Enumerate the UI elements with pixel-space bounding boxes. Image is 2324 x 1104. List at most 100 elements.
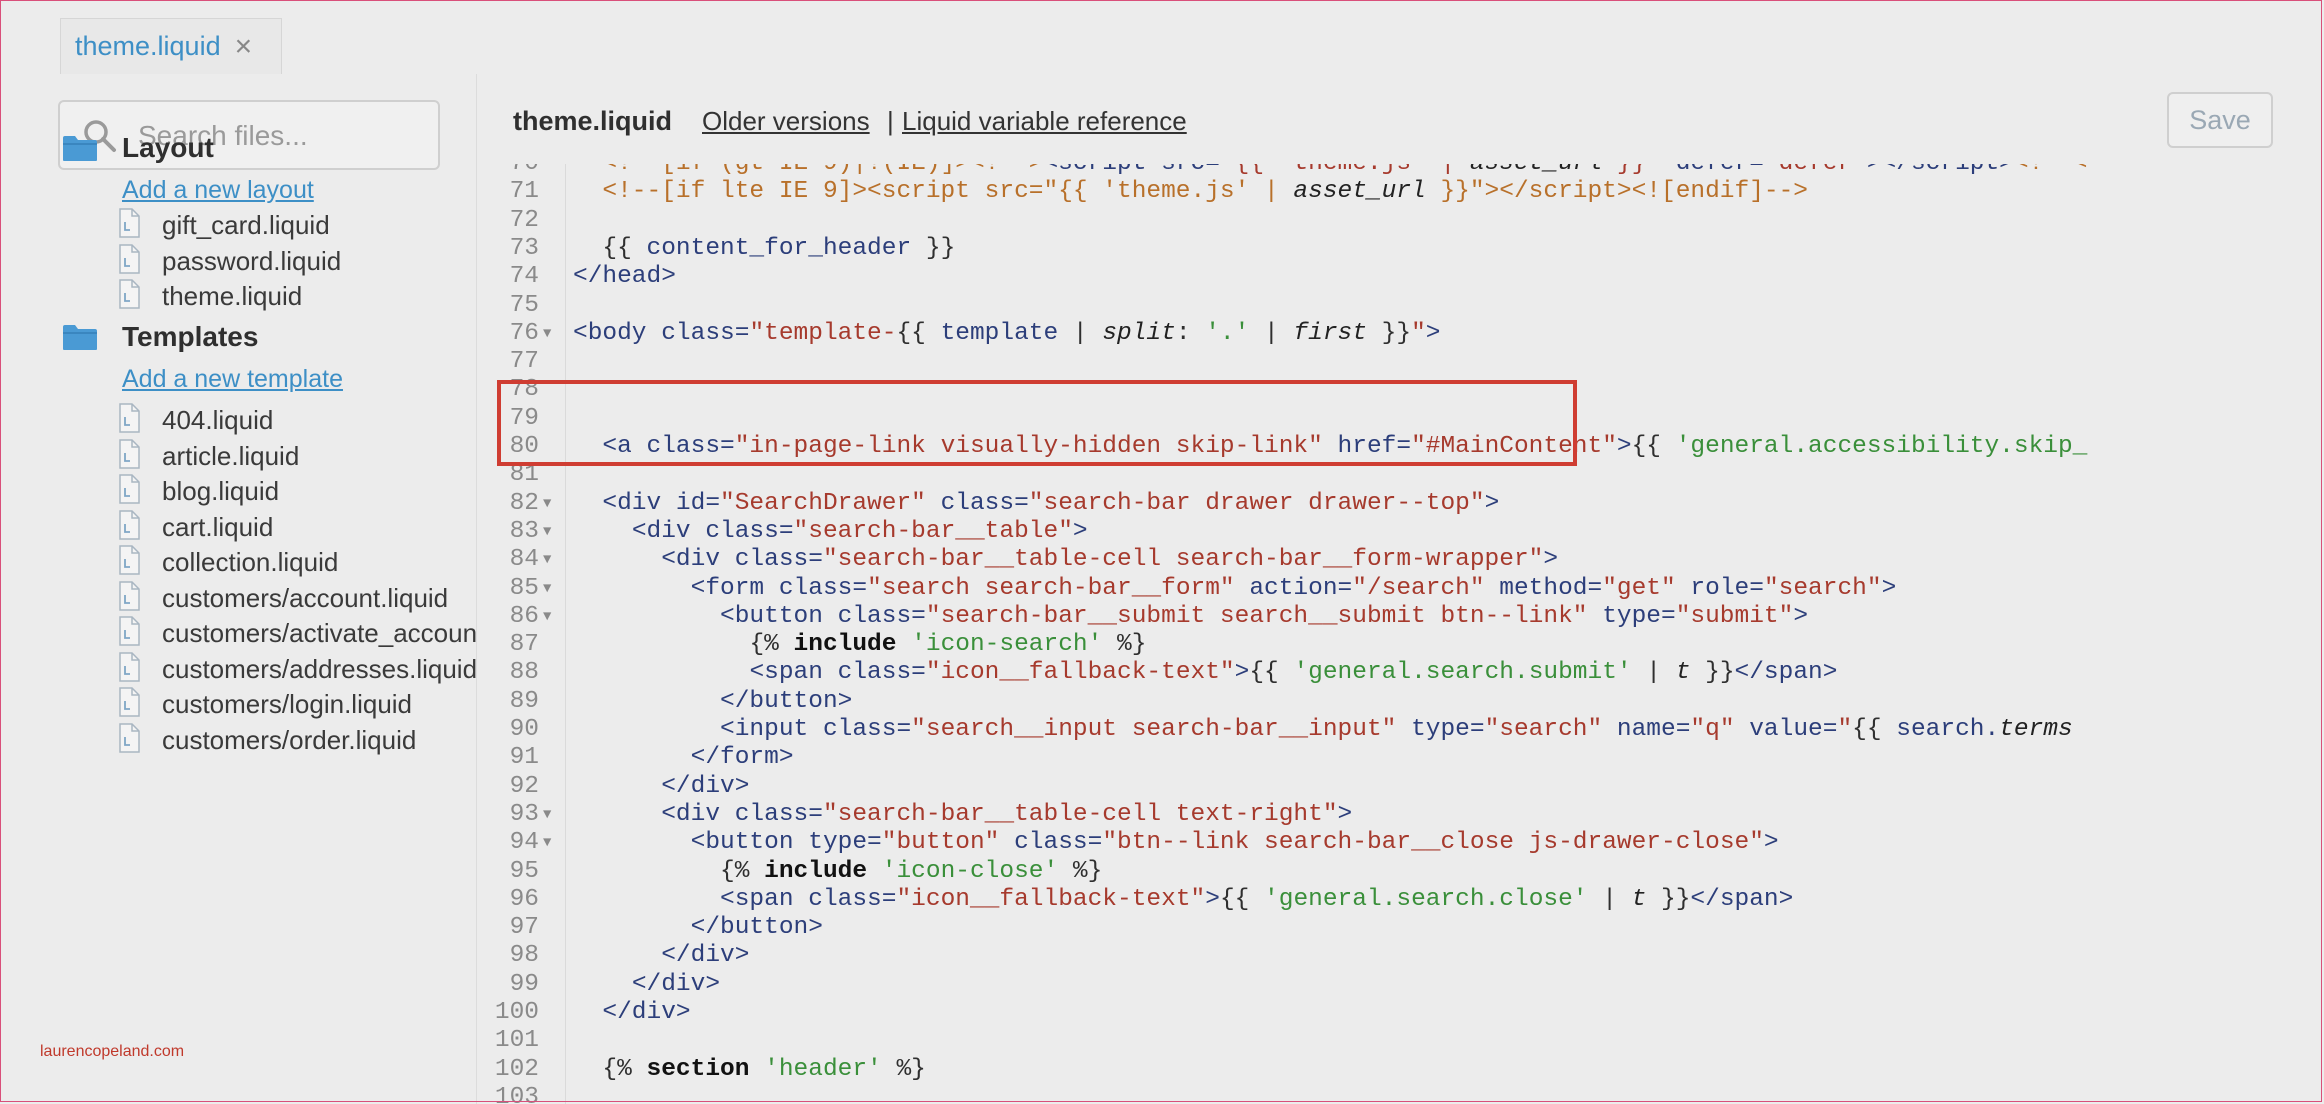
line-number: 99	[509, 970, 539, 998]
code-text: </head>	[573, 263, 676, 291]
file-name: gift_card.liquid	[162, 210, 330, 240]
code-text: <span class="icon__fallback-text">{{ 'ge…	[720, 885, 1794, 913]
code-text: <button type="button" class="btn--link s…	[690, 829, 1779, 857]
file-sidebar: Layout Add a new layout gift_card.liquid…	[18, 74, 477, 1104]
code-text: <div id="SearchDrawer" class="search-bar…	[602, 489, 1500, 517]
line-number: 76	[509, 319, 539, 347]
code-line: 91 </form>	[477, 744, 2324, 772]
code-line: 87 {% include 'icon-search' %}	[477, 631, 2324, 659]
add-template-link[interactable]: Add a new template	[122, 365, 343, 394]
file-icon	[118, 651, 140, 687]
fold-arrow-icon[interactable]: ▼	[543, 801, 551, 829]
code-line: 95 {% include 'icon-close' %}	[477, 858, 2324, 886]
fold-arrow-icon[interactable]: ▼	[543, 603, 551, 631]
tab-theme-liquid[interactable]: theme.liquid ×	[60, 18, 282, 74]
section-layout[interactable]: Layout	[62, 132, 214, 164]
code-line: 89 </button>	[477, 688, 2324, 716]
code-line: 101	[477, 1027, 2324, 1055]
line-number: 73	[509, 234, 539, 262]
file-item[interactable]: customers/activate_account.liquid	[118, 616, 476, 651]
code-text: </button>	[690, 914, 823, 942]
file-name: article.liquid	[162, 440, 300, 471]
file-icon	[118, 474, 140, 509]
code-line: 74 </head>	[477, 263, 2324, 291]
folder-icon	[63, 325, 97, 350]
code-text: <!--[if (gt IE 9)|!(IE)]><!--><script sr…	[573, 164, 2087, 178]
code-text: {% include 'icon-close' %}	[720, 857, 1103, 885]
file-icon	[118, 243, 140, 279]
line-number: 71	[509, 178, 539, 206]
line-number: 95	[509, 857, 539, 885]
file-icon	[118, 687, 140, 722]
line-number: 79	[509, 404, 539, 432]
code-line: 86 ▼ <button class="search-bar__submit se…	[477, 603, 2324, 631]
fold-arrow-icon[interactable]: ▼	[543, 829, 551, 857]
code-line: 94 ▼ <button type="button" class="btn--li…	[477, 829, 2324, 857]
close-icon[interactable]: ×	[235, 31, 253, 62]
file-item[interactable]: customers/login.liquid	[118, 687, 412, 722]
file-item[interactable]: password.liquid	[118, 243, 341, 279]
code-text: <!--[if lte IE 9]><script src="{{ 'theme…	[602, 178, 1809, 206]
fold-arrow-icon[interactable]: ▼	[543, 320, 551, 348]
file-name: 404.liquid	[162, 405, 274, 435]
line-number: 78	[509, 376, 539, 404]
editor-file-title: theme.liquid	[513, 106, 673, 136]
code-text: {% section 'header' %}	[602, 1055, 926, 1083]
file-item[interactable]: customers/account.liquid	[118, 580, 448, 616]
code-line: 73 {{ content_for_header }}	[477, 235, 2324, 263]
file-item[interactable]: cart.liquid	[118, 509, 273, 545]
code-area[interactable]: 70 <!--[if (gt IE 9)|!(IE)]><!--><script…	[477, 164, 2324, 1104]
fold-arrow-icon[interactable]: ▼	[543, 575, 551, 603]
line-number: 87	[509, 631, 539, 659]
older-versions-link[interactable]: Older versions	[702, 106, 870, 137]
file-name: customers/addresses.liquid	[162, 653, 477, 684]
line-number: 83	[509, 517, 539, 545]
section-templates-title: Templates	[122, 321, 259, 352]
file-item[interactable]: 404.liquid	[118, 403, 273, 438]
line-number: 103	[494, 1083, 539, 1104]
file-item[interactable]: blog.liquid	[118, 474, 279, 509]
fold-arrow-icon[interactable]: ▼	[543, 518, 551, 546]
tab-label: theme.liquid	[75, 31, 221, 61]
line-number: 74	[509, 263, 539, 291]
file-icon	[118, 279, 140, 314]
editor-header: theme.liquid Older versions | Liquid var…	[477, 74, 2324, 164]
code-line: 80 <a class="in-page-link visually-hidde…	[477, 433, 2324, 461]
code-text: <input class="search__input search-bar__…	[720, 716, 2073, 743]
line-number: 80	[509, 433, 539, 460]
code-text: <a class="in-page-link visually-hidden s…	[602, 433, 2088, 460]
code-text: <div class="search-bar__table-cell text-…	[661, 800, 1353, 828]
code-text: <div class="search-bar__table">	[631, 517, 1088, 545]
fold-arrow-icon[interactable]: ▼	[543, 490, 551, 518]
code-line: 75	[477, 292, 2324, 320]
section-layout-title: Layout	[122, 132, 214, 163]
file-icon	[118, 403, 140, 438]
line-number: 94	[509, 829, 539, 857]
line-number: 88	[509, 659, 539, 687]
add-layout-link[interactable]: Add a new layout	[122, 176, 314, 205]
file-item[interactable]: article.liquid	[118, 438, 300, 474]
save-button[interactable]: Save	[2167, 92, 2273, 148]
file-name: blog.liquid	[162, 476, 280, 506]
code-line: 71 <!--[if lte IE 9]><script src="{{ 'th…	[477, 178, 2324, 206]
file-item[interactable]: customers/addresses.liquid	[118, 651, 477, 687]
code-line: 100 </div>	[477, 999, 2324, 1027]
section-templates[interactable]: Templates	[62, 321, 258, 353]
file-item[interactable]: gift_card.liquid	[118, 208, 330, 243]
file-item[interactable]: customers/order.liquid	[118, 722, 416, 758]
file-item[interactable]: theme.liquid	[118, 279, 302, 314]
code-text: <span class="icon__fallback-text">{{ 'ge…	[749, 659, 1838, 687]
code-text: </div>	[661, 942, 750, 970]
folder-icon	[63, 136, 97, 161]
fold-arrow-icon[interactable]: ▼	[543, 546, 551, 574]
code-line: 96 <span class="icon__fallback-text">{{ …	[477, 886, 2324, 914]
file-item[interactable]: collection.liquid	[118, 545, 338, 580]
line-number: 75	[509, 291, 539, 319]
file-icon	[118, 208, 140, 243]
liquid-reference-link[interactable]: Liquid variable reference	[902, 106, 1187, 137]
line-number: 98	[509, 942, 539, 970]
code-text: </div>	[631, 970, 721, 998]
file-name: collection.liquid	[162, 547, 339, 577]
code-line: 85 ▼ <form class="search search-bar__form…	[477, 575, 2324, 603]
code-line: 70 <!--[if (gt IE 9)|!(IE)]><!--><script…	[477, 164, 2324, 178]
